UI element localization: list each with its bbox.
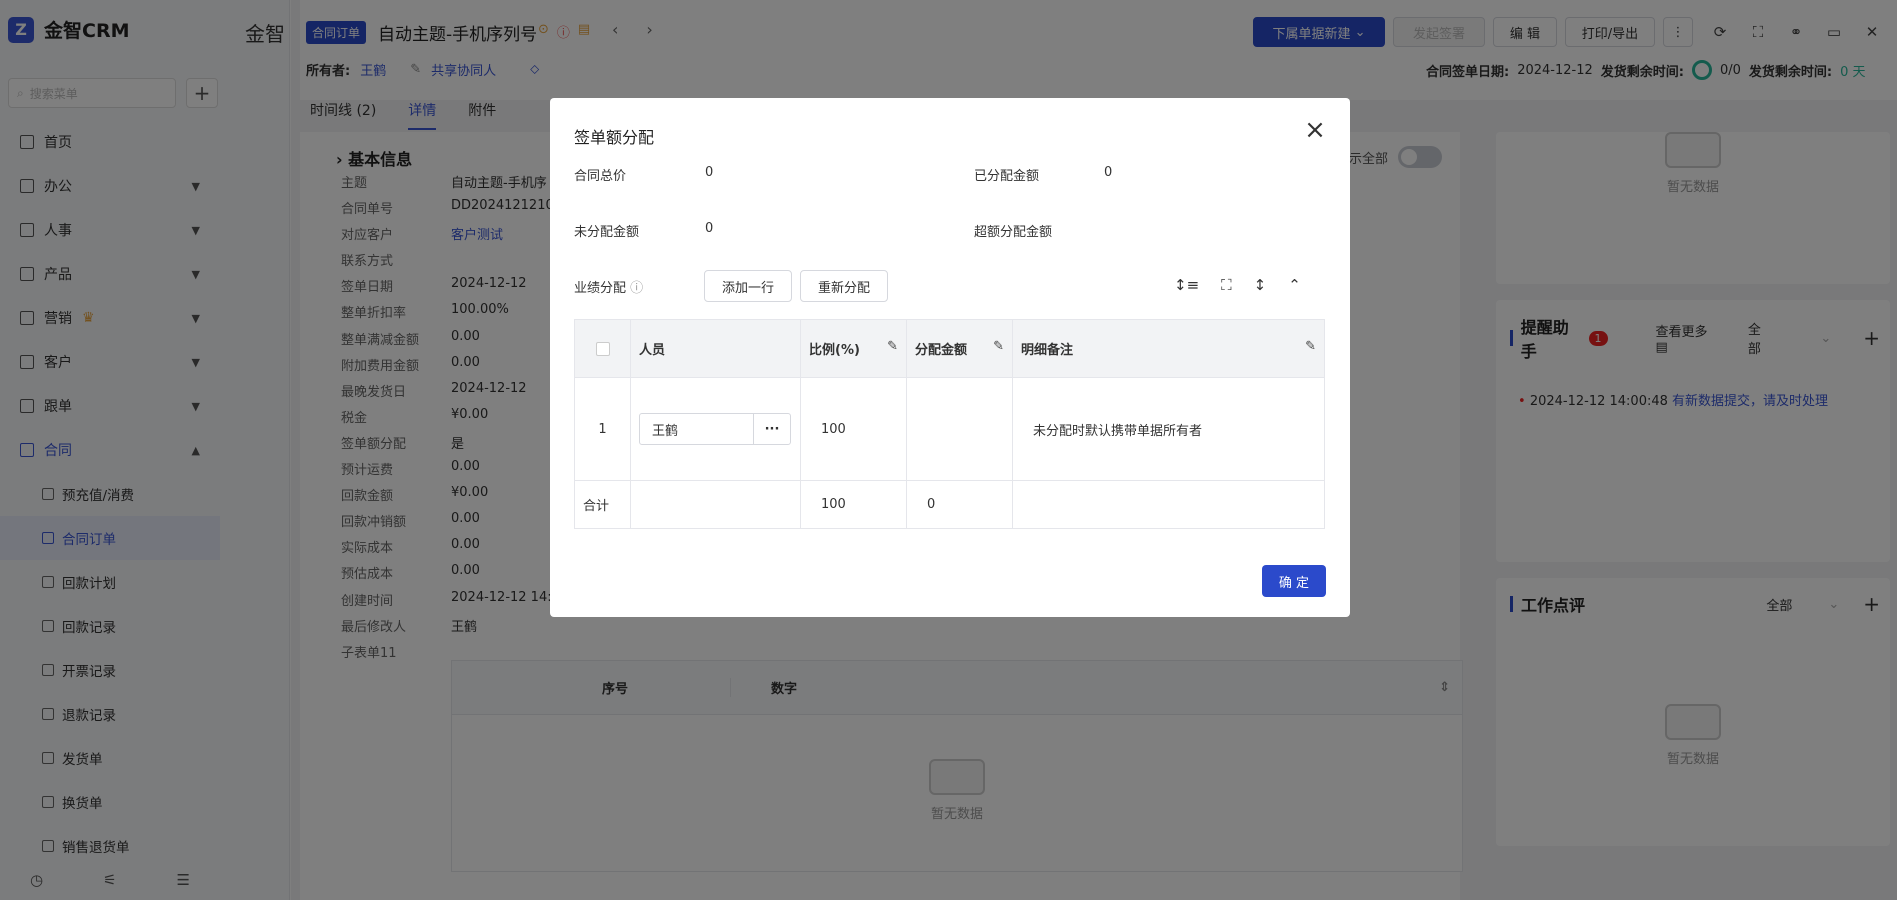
- total-note-cell: [1012, 480, 1325, 529]
- total-amount: 0: [906, 480, 1013, 529]
- total-value: 0: [705, 165, 714, 180]
- confirm-button[interactable]: 确 定: [1262, 565, 1326, 597]
- modal-title: 签单额分配: [574, 128, 655, 147]
- help-icon[interactable]: ⓘ: [630, 281, 643, 296]
- person-name[interactable]: 王鹤: [640, 414, 754, 444]
- ratio-cell[interactable]: 100: [800, 377, 907, 481]
- chevron-up-icon[interactable]: ⌃: [1288, 276, 1301, 294]
- select-all-cell: [574, 319, 631, 378]
- total-label: 合同总价: [574, 169, 627, 184]
- column-height-icon[interactable]: ↕: [1254, 276, 1267, 294]
- allocation-table: 人员 比例(%) ✎ 分配金额 ✎ 明细备注 ✎ 1 王鹤 ··· 100 未分配时默…: [574, 319, 1325, 529]
- allocated-value: 0: [1104, 165, 1113, 180]
- reallocate-button[interactable]: 重新分配: [800, 270, 888, 302]
- table-tools: ↕≡ ⛶ ↕ ⌃: [1174, 276, 1301, 294]
- col-person: 人员: [630, 319, 801, 378]
- person-cell: 王鹤 ···: [630, 377, 801, 481]
- row-height-icon[interactable]: ↕≡: [1174, 276, 1199, 294]
- col-ratio: 比例(%) ✎: [800, 319, 907, 378]
- total-ratio: 100: [800, 480, 907, 529]
- row-index: 1: [574, 377, 631, 481]
- modal-close-icon[interactable]: ×: [1302, 117, 1328, 144]
- unallocated-value: 0: [705, 221, 714, 236]
- person-picker[interactable]: 王鹤 ···: [639, 413, 791, 445]
- perf-allocation-label: 业绩分配 ⓘ: [574, 281, 644, 296]
- total-row-label: 合计: [574, 480, 631, 529]
- edit-pen-icon[interactable]: ✎: [887, 339, 898, 354]
- total-person-cell: [630, 480, 801, 529]
- add-row-button[interactable]: 添加一行: [704, 270, 792, 302]
- table-row: 1 王鹤 ··· 100 未分配时默认携带单据所有者: [574, 377, 1325, 481]
- col-amount: 分配金额 ✎: [906, 319, 1013, 378]
- allocated-label: 已分配金额: [974, 169, 1040, 184]
- amount-cell[interactable]: [906, 377, 1013, 481]
- edit-pen-icon[interactable]: ✎: [1305, 339, 1316, 354]
- unallocated-label: 未分配金额: [574, 225, 640, 240]
- edit-pen-icon[interactable]: ✎: [993, 339, 1004, 354]
- fullscreen-icon[interactable]: ⛶: [1221, 276, 1232, 294]
- note-cell[interactable]: 未分配时默认携带单据所有者: [1012, 377, 1325, 481]
- more-dots-icon[interactable]: ···: [754, 414, 790, 444]
- over-allocated-label: 超额分配金额: [974, 225, 1053, 240]
- table-header-row: 人员 比例(%) ✎ 分配金额 ✎ 明细备注 ✎: [574, 319, 1325, 378]
- select-all-checkbox[interactable]: [595, 341, 610, 356]
- allocation-modal: 签单额分配 × 合同总价 0 已分配金额 0 未分配金额 0 超额分配金额 业绩…: [550, 98, 1350, 617]
- col-note: 明细备注 ✎: [1012, 319, 1325, 378]
- total-row: 合计 100 0: [574, 480, 1325, 529]
